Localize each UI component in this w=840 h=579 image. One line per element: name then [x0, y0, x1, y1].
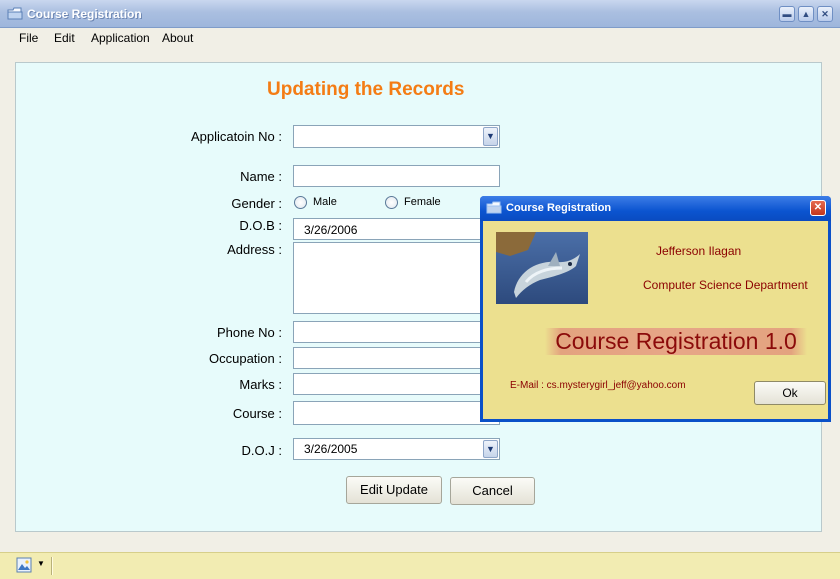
- application-no-label: Applicatoin No :: [190, 129, 282, 144]
- department-text: Computer Science Department: [643, 278, 808, 292]
- doj-value: 3/26/2005: [304, 442, 358, 456]
- gender-female-label: Female: [404, 196, 441, 208]
- gender-label: Gender :: [231, 196, 282, 211]
- gender-male-radio[interactable]: [294, 196, 307, 209]
- name-input[interactable]: [293, 165, 500, 187]
- image-icon[interactable]: [16, 557, 32, 573]
- status-bar: ▼: [0, 552, 840, 579]
- chevron-down-icon[interactable]: ▼: [483, 440, 498, 458]
- gender-female-radio[interactable]: [385, 196, 398, 209]
- menu-file[interactable]: File: [19, 31, 38, 45]
- edit-update-button[interactable]: Edit Update: [346, 476, 442, 504]
- dolphin-image: [496, 232, 588, 304]
- dob-label: D.O.B :: [239, 218, 282, 233]
- title-bar: Course Registration ▬ ▲ ✕: [0, 0, 840, 28]
- minimize-button[interactable]: ▬: [779, 6, 795, 22]
- marks-input[interactable]: [293, 373, 500, 395]
- close-button[interactable]: ✕: [817, 6, 833, 22]
- phone-label: Phone No :: [216, 325, 282, 340]
- status-separator: [51, 557, 53, 575]
- chevron-down-icon[interactable]: ▼: [483, 127, 498, 146]
- dob-date-picker[interactable]: 3/26/2006: [293, 218, 500, 240]
- menu-edit[interactable]: Edit: [54, 31, 75, 45]
- menu-about[interactable]: About: [162, 31, 193, 45]
- course-combo[interactable]: [293, 401, 500, 425]
- author-name: Jefferson Ilagan: [656, 244, 742, 258]
- occupation-input[interactable]: [293, 347, 500, 369]
- ok-button[interactable]: Ok: [754, 381, 826, 405]
- maximize-button[interactable]: ▲: [798, 6, 814, 22]
- dialog-close-button[interactable]: ✕: [810, 200, 826, 216]
- phone-input[interactable]: [293, 321, 500, 343]
- app-folder-icon: [486, 201, 502, 214]
- occupation-label: Occupation :: [209, 351, 282, 366]
- marks-label: Marks :: [239, 377, 282, 392]
- menu-bar: File Edit Application About: [0, 28, 840, 50]
- form-title: Updating the Records: [267, 79, 465, 100]
- doj-label: D.O.J :: [241, 443, 282, 458]
- menu-application[interactable]: Application: [91, 31, 150, 45]
- product-name: Course Registration 1.0: [545, 328, 807, 355]
- email-text: E-Mail : cs.mysterygirl_jeff@yahoo.com: [510, 380, 686, 391]
- address-label: Address :: [227, 242, 282, 257]
- main-window: Course Registration ▬ ▲ ✕ File Edit Appl…: [0, 0, 840, 579]
- name-label: Name :: [240, 169, 282, 184]
- gender-male-label: Male: [313, 196, 337, 208]
- dialog-title-bar: Course Registration ✕: [480, 196, 831, 221]
- dialog-title: Course Registration: [506, 202, 612, 214]
- dropdown-arrow-icon[interactable]: ▼: [37, 559, 45, 568]
- cancel-button[interactable]: Cancel: [450, 477, 535, 505]
- application-no-combo[interactable]: ▼: [293, 125, 500, 148]
- dob-value: 3/26/2006: [304, 223, 358, 237]
- doj-date-picker[interactable]: 3/26/2005 ▼: [293, 438, 500, 460]
- app-folder-icon: [7, 7, 23, 20]
- address-textarea[interactable]: [293, 242, 500, 314]
- window-title: Course Registration: [27, 7, 142, 21]
- about-dialog: Course Registration ✕ Jefferson Ilagan C…: [480, 196, 831, 422]
- dialog-body: Jefferson Ilagan Computer Science Depart…: [483, 221, 828, 419]
- course-label: Course :: [232, 406, 282, 421]
